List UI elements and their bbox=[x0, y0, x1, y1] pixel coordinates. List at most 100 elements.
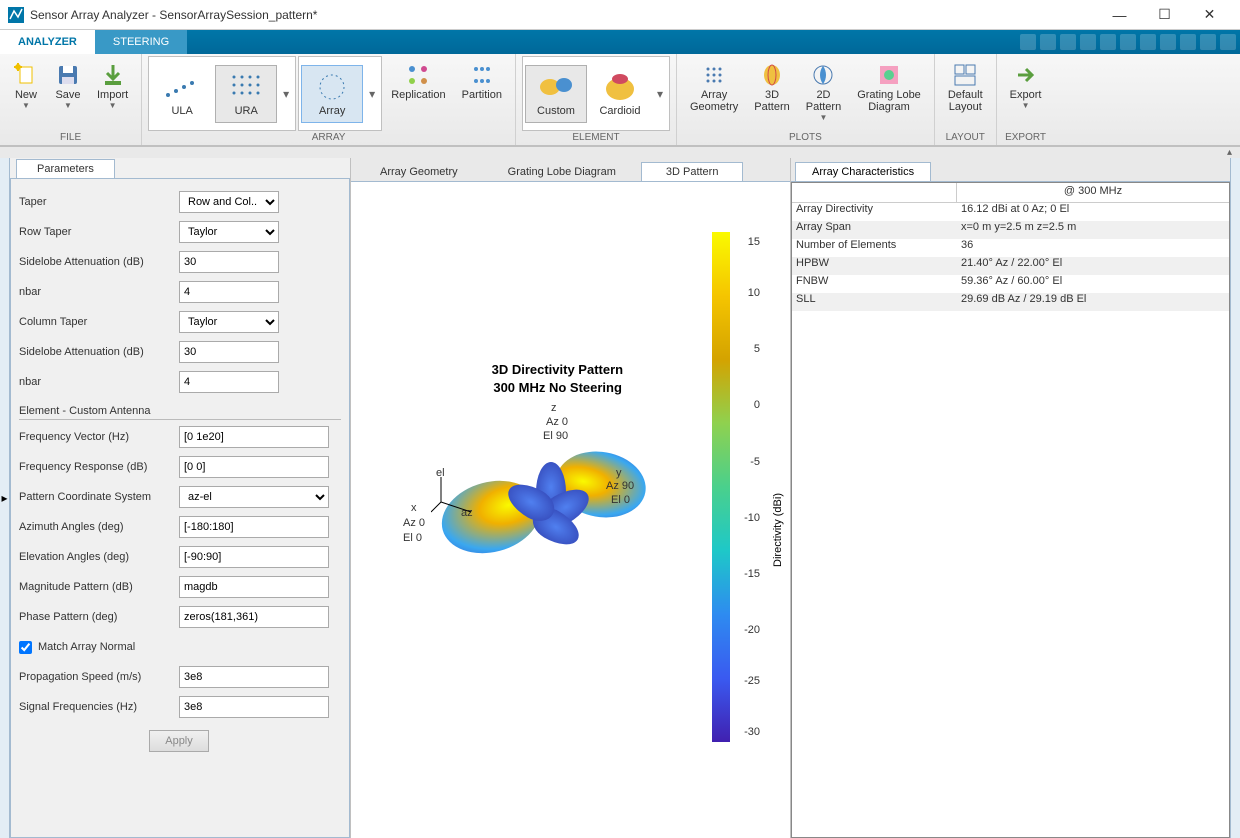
pattern2d-icon bbox=[811, 63, 835, 87]
tab-analyzer[interactable]: ANALYZER bbox=[0, 30, 95, 54]
array-ura[interactable]: URA bbox=[215, 65, 277, 123]
mag-pat-input[interactable] bbox=[179, 576, 329, 598]
array-single-gallery[interactable]: Array ▾ bbox=[298, 56, 382, 131]
3d-pattern-viz: z Az 0 El 90 y Az 90 El 0 x Az 0 El 0 el… bbox=[441, 412, 681, 592]
2d-pattern-button[interactable]: 2D Pattern▼ bbox=[799, 56, 848, 131]
save-button[interactable]: Save▼ bbox=[48, 56, 88, 131]
qat-icon[interactable] bbox=[1120, 34, 1136, 50]
sll2-input[interactable] bbox=[179, 341, 279, 363]
nbar2-input[interactable] bbox=[179, 371, 279, 393]
row-taper-select[interactable]: Taylor bbox=[179, 221, 279, 243]
qat-icon[interactable] bbox=[1020, 34, 1036, 50]
match-normal-checkbox[interactable] bbox=[19, 641, 32, 654]
plot-area[interactable]: 3D Directivity Pattern 300 MHz No Steeri… bbox=[351, 182, 790, 838]
grating-icon bbox=[877, 63, 901, 87]
sig-freq-input[interactable] bbox=[179, 696, 329, 718]
prop-speed-input[interactable] bbox=[179, 666, 329, 688]
pattern3d-icon bbox=[760, 63, 784, 87]
group-file: New▼ Save▼ Import▼ FILE bbox=[0, 54, 142, 145]
quick-access-toolbar bbox=[1020, 34, 1240, 50]
col-taper-select[interactable]: Taylor bbox=[179, 311, 279, 333]
group-element: Custom Cardioid ▾ ELEMENT bbox=[516, 54, 677, 145]
save-icon bbox=[56, 63, 80, 87]
group-label-file: FILE bbox=[6, 131, 135, 145]
freq-vec-input[interactable] bbox=[179, 426, 329, 448]
default-layout-button[interactable]: Default Layout bbox=[941, 56, 990, 131]
element-cardioid[interactable]: Cardioid bbox=[589, 65, 651, 123]
qat-help-icon[interactable] bbox=[1200, 34, 1216, 50]
tab-grating-lobe[interactable]: Grating Lobe Diagram bbox=[483, 162, 641, 181]
maximize-button[interactable]: ☐ bbox=[1142, 1, 1187, 29]
freq-resp-input[interactable] bbox=[179, 456, 329, 478]
ribbon-collapse[interactable]: ▴ bbox=[0, 146, 1240, 158]
cardioid-icon bbox=[600, 71, 640, 103]
element-group-title: Element - Custom Antenna bbox=[19, 405, 341, 420]
array-ula[interactable]: ULA bbox=[151, 65, 213, 123]
colorbar bbox=[712, 232, 730, 742]
nbar1-input[interactable] bbox=[179, 281, 279, 303]
close-button[interactable]: ✕ bbox=[1187, 1, 1232, 29]
match-normal-label: Match Array Normal bbox=[38, 641, 135, 653]
el-ang-input[interactable] bbox=[179, 546, 329, 568]
ula-icon bbox=[162, 71, 202, 103]
window-title: Sensor Array Analyzer - SensorArraySessi… bbox=[30, 8, 1097, 22]
table-row: Array Directivity16.12 dBi at 0 Az; 0 El bbox=[792, 203, 1229, 221]
apply-button[interactable]: Apply bbox=[149, 730, 209, 752]
pattern-coord-select[interactable]: az-el bbox=[179, 486, 329, 508]
taper-select[interactable]: Row and Col... bbox=[179, 191, 279, 213]
qat-icon[interactable] bbox=[1220, 34, 1236, 50]
phase-pat-input[interactable] bbox=[179, 606, 329, 628]
az-ang-label: Azimuth Angles (deg) bbox=[19, 521, 179, 533]
layout-icon bbox=[953, 63, 977, 87]
qat-icon[interactable] bbox=[1040, 34, 1056, 50]
qat-icon[interactable] bbox=[1100, 34, 1116, 50]
minimize-button[interactable]: — bbox=[1097, 1, 1142, 29]
characteristics-tab[interactable]: Array Characteristics bbox=[795, 162, 931, 181]
plot-tabs: Array Geometry Grating Lobe Diagram 3D P… bbox=[351, 158, 790, 182]
qat-icon[interactable] bbox=[1180, 34, 1196, 50]
tab-steering[interactable]: STEERING bbox=[95, 30, 187, 54]
array-geometry-button[interactable]: Array Geometry bbox=[683, 56, 745, 131]
array-single-expand[interactable]: ▾ bbox=[365, 87, 379, 101]
freq-resp-label: Frequency Response (dB) bbox=[19, 461, 179, 473]
app-icon bbox=[8, 7, 24, 23]
replication-button[interactable]: Replication bbox=[384, 56, 452, 131]
3d-pattern-button[interactable]: 3D Pattern bbox=[747, 56, 796, 131]
sll1-input[interactable] bbox=[179, 251, 279, 273]
export-button[interactable]: Export▼ bbox=[1003, 56, 1049, 131]
array-gallery[interactable]: ULA URA ▾ bbox=[148, 56, 296, 131]
new-button[interactable]: New▼ bbox=[6, 56, 46, 131]
qat-icon[interactable] bbox=[1160, 34, 1176, 50]
array-icon bbox=[312, 71, 352, 103]
import-button[interactable]: Import▼ bbox=[90, 56, 135, 131]
group-label-plots: PLOTS bbox=[683, 131, 928, 145]
element-gallery-expand[interactable]: ▾ bbox=[653, 87, 667, 101]
partition-icon bbox=[470, 63, 494, 87]
qat-icon[interactable] bbox=[1140, 34, 1156, 50]
element-custom[interactable]: Custom bbox=[525, 65, 587, 123]
array-array[interactable]: Array bbox=[301, 65, 363, 123]
qat-icon[interactable] bbox=[1080, 34, 1096, 50]
parameters-tab[interactable]: Parameters bbox=[16, 159, 115, 178]
right-gutter[interactable] bbox=[1230, 158, 1240, 838]
group-array: ULA URA ▾ Array ▾ Replication bbox=[142, 54, 516, 145]
el-ang-label: Elevation Angles (deg) bbox=[19, 551, 179, 563]
replication-icon bbox=[406, 63, 430, 87]
plot-title: 3D Directivity Pattern bbox=[492, 362, 623, 377]
tab-3d-pattern[interactable]: 3D Pattern bbox=[641, 162, 744, 181]
new-icon bbox=[14, 63, 38, 87]
sll1-label: Sidelobe Attenuation (dB) bbox=[19, 256, 179, 268]
az-ang-input[interactable] bbox=[179, 516, 329, 538]
taper-label: Taper bbox=[19, 196, 179, 208]
tab-array-geometry[interactable]: Array Geometry bbox=[355, 162, 483, 181]
left-gutter[interactable]: ▸ bbox=[0, 158, 10, 838]
col-taper-label: Column Taper bbox=[19, 316, 179, 328]
array-gallery-expand[interactable]: ▾ bbox=[279, 87, 293, 101]
qat-icon[interactable] bbox=[1060, 34, 1076, 50]
ribbon-toolbar: New▼ Save▼ Import▼ FILE ULA URA bbox=[0, 54, 1240, 146]
partition-button[interactable]: Partition bbox=[455, 56, 509, 131]
element-gallery[interactable]: Custom Cardioid ▾ bbox=[522, 56, 670, 131]
characteristics-table: @ 300 MHz Array Directivity16.12 dBi at … bbox=[791, 182, 1230, 838]
grating-lobe-button[interactable]: Grating Lobe Diagram bbox=[850, 56, 928, 131]
custom-icon bbox=[536, 71, 576, 103]
